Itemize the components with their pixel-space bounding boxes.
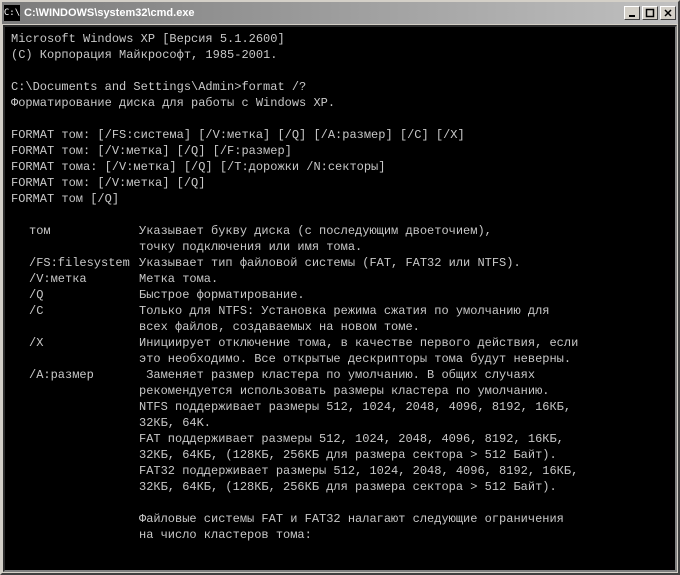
app-icon: C:\: [4, 5, 20, 21]
option-row: NTFS поддерживает размеры 512, 1024, 204…: [11, 399, 669, 415]
console-output[interactable]: Microsoft Windows XP [Версия 5.1.2600](С…: [3, 25, 677, 572]
app-icon-glyph: C:\: [4, 8, 20, 18]
option-row: рекомендуется использовать размеры класт…: [11, 383, 669, 399]
option-desc: всех файлов, создаваемых на новом томе.: [139, 319, 669, 335]
option-key: /FS:filesystem: [11, 255, 139, 271]
option-row: FAT поддерживает размеры 512, 1024, 2048…: [11, 431, 669, 447]
option-desc: Заменяет размер кластера по умолчанию. В…: [139, 367, 669, 383]
option-key: [11, 415, 139, 431]
option-key: [11, 399, 139, 415]
option-row: 32КБ, 64K.: [11, 415, 669, 431]
option-desc: 32КБ, 64КБ, (128КБ, 256КБ для размера се…: [139, 447, 669, 463]
option-key: /X: [11, 335, 139, 351]
option-key: [11, 447, 139, 463]
option-desc: 32КБ, 64КБ, (128КБ, 256КБ для размера се…: [139, 479, 669, 495]
option-key: [11, 351, 139, 367]
option-row: это необходимо. Все открытые дескрипторы…: [11, 351, 669, 367]
option-row: FAT32 поддерживает размеры 512, 1024, 20…: [11, 463, 669, 479]
option-row: /XИнициирует отключение тома, в качестве…: [11, 335, 669, 351]
description-line: Форматирование диска для работы с Window…: [11, 95, 669, 111]
option-key: /V:метка: [11, 271, 139, 287]
option-desc: NTFS поддерживает размеры 512, 1024, 204…: [139, 399, 669, 415]
option-desc: рекомендуется использовать размеры класт…: [139, 383, 669, 399]
option-key: /Q: [11, 287, 139, 303]
blank-line: [11, 207, 669, 223]
option-desc: Только для NTFS: Установка режима сжатия…: [139, 303, 669, 319]
option-key: [11, 383, 139, 399]
syntax-line: FORMAT тома: [/V:метка] [/Q] [/T:дорожки…: [11, 159, 669, 175]
syntax-line: FORMAT том: [/V:метка] [/Q]: [11, 175, 669, 191]
option-row: /V:меткаМетка тома.: [11, 271, 669, 287]
option-row: точку подключения или имя тома.: [11, 239, 669, 255]
option-desc: точку подключения или имя тома.: [139, 239, 669, 255]
option-desc: Быстрое форматирование.: [139, 287, 669, 303]
option-row: 32КБ, 64КБ, (128КБ, 256КБ для размера се…: [11, 479, 669, 495]
option-desc: FAT32 поддерживает размеры 512, 1024, 20…: [139, 463, 669, 479]
header-line: (С) Корпорация Майкрософт, 1985-2001.: [11, 47, 669, 63]
syntax-line: FORMAT том: [/V:метка] [/Q] [/F:размер]: [11, 143, 669, 159]
option-desc: 32КБ, 64K.: [139, 415, 669, 431]
syntax-line: FORMAT том: [/FS:система] [/V:метка] [/Q…: [11, 127, 669, 143]
option-key: [11, 319, 139, 335]
cmd-window: C:\ C:\WINDOWS\system32\cmd.exe Microsof…: [0, 0, 680, 575]
option-key: [11, 479, 139, 495]
option-desc: Указывает букву диска (с последующим дво…: [139, 223, 669, 239]
option-key: том: [11, 223, 139, 239]
footer-line: Файловые системы FAT и FAT32 налагают сл…: [11, 511, 669, 527]
option-key: [11, 463, 139, 479]
option-desc: Метка тома.: [139, 271, 669, 287]
minimize-button[interactable]: [624, 6, 640, 20]
option-key: /A:размер: [11, 367, 139, 383]
prompt-line: C:\Documents and Settings\Admin>format /…: [11, 79, 669, 95]
option-desc: это необходимо. Все открытые дескрипторы…: [139, 351, 669, 367]
option-row: томУказывает букву диска (с последующим …: [11, 223, 669, 239]
option-row: 32КБ, 64КБ, (128КБ, 256КБ для размера се…: [11, 447, 669, 463]
window-title: C:\WINDOWS\system32\cmd.exe: [24, 7, 620, 19]
titlebar[interactable]: C:\ C:\WINDOWS\system32\cmd.exe: [2, 2, 678, 24]
option-key: [11, 431, 139, 447]
option-row: /A:размер Заменяет размер кластера по ум…: [11, 367, 669, 383]
footer-line: [11, 495, 669, 511]
blank-line: [11, 111, 669, 127]
footer-line: на число кластеров тома:: [11, 527, 669, 543]
close-button[interactable]: [660, 6, 676, 20]
option-desc: Указывает тип файловой системы (FAT, FAT…: [139, 255, 669, 271]
maximize-button[interactable]: [642, 6, 658, 20]
option-row: /CТолько для NTFS: Установка режима сжат…: [11, 303, 669, 319]
header-line: [11, 63, 669, 79]
header-line: Microsoft Windows XP [Версия 5.1.2600]: [11, 31, 669, 47]
option-row: /QБыстрое форматирование.: [11, 287, 669, 303]
option-row: /FS:filesystemУказывает тип файловой сис…: [11, 255, 669, 271]
option-row: всех файлов, создаваемых на новом томе.: [11, 319, 669, 335]
window-controls: [624, 6, 676, 20]
option-desc: Инициирует отключение тома, в качестве п…: [139, 335, 669, 351]
syntax-line: FORMAT том [/Q]: [11, 191, 669, 207]
option-key: [11, 239, 139, 255]
option-key: /C: [11, 303, 139, 319]
option-desc: FAT поддерживает размеры 512, 1024, 2048…: [139, 431, 669, 447]
